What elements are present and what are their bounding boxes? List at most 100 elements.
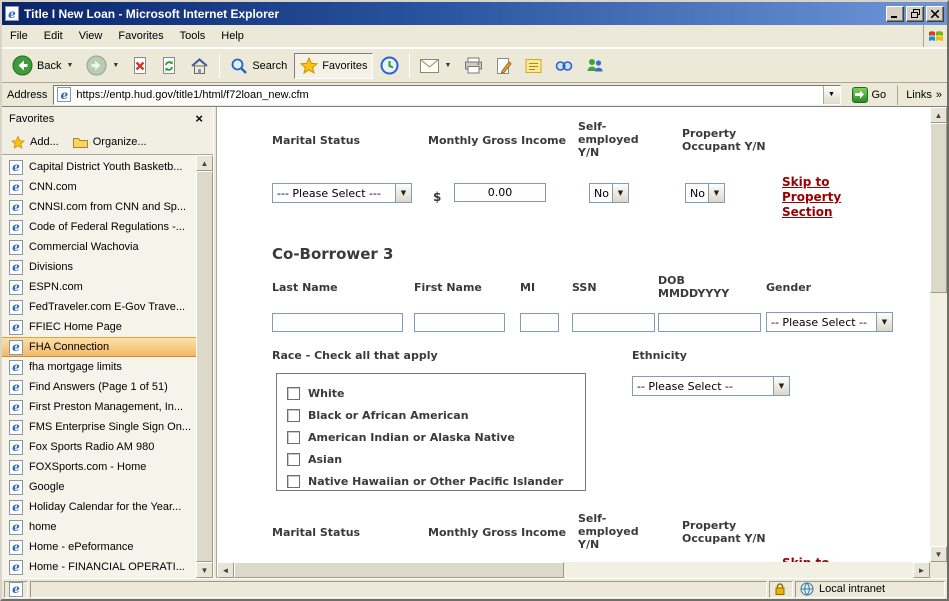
race-checkbox[interactable] [287, 453, 300, 466]
scroll-thumb[interactable] [234, 562, 564, 578]
back-button[interactable]: Back ▼ [6, 51, 79, 80]
organize-favorites-button[interactable]: Organize... [73, 136, 147, 148]
history-button[interactable] [374, 52, 405, 79]
edit-button[interactable] [490, 53, 518, 79]
horizontal-scrollbar[interactable]: ◄ ► [217, 562, 947, 578]
favorite-item[interactable]: Google [2, 477, 196, 497]
minimize-button[interactable] [886, 6, 904, 22]
race-checkbox[interactable] [287, 409, 300, 422]
address-dropdown-button[interactable]: ▼ [823, 86, 840, 104]
menu-favorites[interactable]: Favorites [110, 25, 171, 47]
scroll-track[interactable] [930, 293, 947, 546]
search-button[interactable]: Search [224, 53, 293, 79]
property-occupant-select[interactable]: No ▼ [685, 183, 725, 203]
race-option-white[interactable]: White [287, 382, 575, 404]
scroll-thumb[interactable] [196, 171, 213, 562]
favorite-item[interactable]: Code of Federal Regulations -... [2, 217, 196, 237]
scroll-right-button[interactable]: ► [913, 562, 930, 578]
back-chevron-icon[interactable]: ▼ [66, 62, 73, 69]
ethnicity-select[interactable]: -- Please Select -- ▼ [632, 376, 790, 396]
scroll-up-button[interactable]: ▲ [930, 107, 947, 123]
favorites-button[interactable]: Favorites [294, 53, 373, 79]
refresh-button[interactable] [155, 52, 183, 79]
race-checkbox[interactable] [287, 431, 300, 444]
favorite-item-selected[interactable]: FHA Connection [2, 337, 196, 357]
menu-tools[interactable]: Tools [172, 25, 214, 47]
race-option-black[interactable]: Black or African American [287, 404, 575, 426]
property-occupant-header: Property Occupant Y/N [682, 127, 777, 153]
monthly-income-input[interactable] [454, 183, 546, 202]
favorite-item[interactable]: Home - ePeformance [2, 537, 196, 557]
favorites-close-icon[interactable]: × [192, 112, 206, 125]
favorite-label: Capital District Youth Basketb... [29, 161, 182, 173]
favorite-item[interactable]: Find Answers (Page 1 of 51) [2, 377, 196, 397]
favorite-item[interactable]: CNNSI.com from CNN and Sp... [2, 197, 196, 217]
menu-file[interactable]: File [2, 25, 36, 47]
ssn-input[interactable] [572, 313, 655, 332]
scroll-down-button[interactable]: ▼ [930, 546, 947, 562]
marital-status-select[interactable]: --- Please Select --- ▼ [272, 183, 412, 203]
add-favorite-button[interactable]: Add... [11, 136, 59, 149]
messenger-button[interactable] [580, 53, 610, 78]
first-name-input[interactable] [414, 313, 505, 332]
go-button[interactable]: Go [847, 85, 892, 105]
vertical-scrollbar[interactable]: ▲ ▼ [930, 107, 947, 562]
mi-input[interactable] [520, 313, 559, 332]
links-button[interactable]: Links » [897, 85, 942, 105]
race-option-native-hawaiian[interactable]: Native Hawaiian or Other Pacific Islande… [287, 470, 575, 492]
mail-chevron-icon[interactable]: ▼ [444, 62, 451, 69]
favorite-item[interactable]: Fox Sports Radio AM 980 [2, 437, 196, 457]
close-button[interactable] [926, 6, 944, 22]
skip-to-property-link[interactable]: Skip to Property Section [782, 175, 854, 220]
gender-select[interactable]: -- Please Select -- ▼ [766, 312, 893, 332]
favorite-label: Fox Sports Radio AM 980 [29, 441, 154, 453]
scroll-thumb[interactable] [930, 123, 947, 293]
mail-button[interactable]: ▼ [414, 55, 457, 77]
favorite-item[interactable]: home [2, 517, 196, 537]
home-button[interactable] [184, 53, 215, 79]
security-zone-pane: Local intranet [795, 581, 945, 598]
address-input[interactable]: https://entp.hud.gov/title1/html/f72loan… [53, 85, 840, 105]
skip-link-partial[interactable]: Skip to [782, 556, 829, 562]
favorite-item[interactable]: fha mortgage limits [2, 357, 196, 377]
forward-button[interactable]: ▼ [80, 51, 125, 80]
scroll-down-button[interactable]: ▼ [196, 562, 213, 578]
favorite-item[interactable]: FMS Enterprise Single Sign On... [2, 417, 196, 437]
race-checkbox[interactable] [287, 387, 300, 400]
favorite-item[interactable]: Capital District Youth Basketb... [2, 157, 196, 177]
favorite-item[interactable]: Divisions [2, 257, 196, 277]
favorites-scrollbar[interactable]: ▲ ▼ [196, 155, 213, 578]
scroll-left-button[interactable]: ◄ [217, 562, 234, 578]
favorite-item[interactable]: Holiday Calendar for the Year... [2, 497, 196, 517]
race-option-asian[interactable]: Asian [287, 448, 575, 470]
research-button[interactable] [549, 54, 579, 78]
scroll-track[interactable] [564, 562, 913, 578]
self-employed-header: Self-employed Y/N [578, 120, 644, 159]
dob-input[interactable] [658, 313, 761, 332]
menu-help[interactable]: Help [213, 25, 252, 47]
favorite-item[interactable]: Home - FINANCIAL OPERATI... [2, 557, 196, 577]
favorite-item[interactable]: ESPN.com [2, 277, 196, 297]
favorite-item[interactable]: FedTraveler.com E-Gov Trave... [2, 297, 196, 317]
currency-symbol: $ [433, 190, 441, 204]
discuss-button[interactable] [519, 54, 548, 78]
race-checkbox[interactable] [287, 475, 300, 488]
favorite-item[interactable]: Commercial Wachovia [2, 237, 196, 257]
restore-button[interactable] [906, 6, 924, 22]
favorite-item[interactable]: First Preston Management, In... [2, 397, 196, 417]
forward-chevron-icon[interactable]: ▼ [112, 62, 119, 69]
menu-bar: File Edit View Favorites Tools Help [2, 25, 947, 48]
favorite-item[interactable]: FOXSports.com - Home [2, 457, 196, 477]
race-option-american-indian[interactable]: American Indian or Alaska Native [287, 426, 575, 448]
self-employed-select[interactable]: No ▼ [589, 183, 629, 203]
menu-edit[interactable]: Edit [36, 25, 71, 47]
last-name-input[interactable] [272, 313, 403, 332]
last-name-header: Last Name [272, 281, 338, 294]
favorite-item[interactable]: CNN.com [2, 177, 196, 197]
stop-button[interactable] [126, 52, 154, 79]
favorite-item[interactable]: FFIEC Home Page [2, 317, 196, 337]
scroll-up-button[interactable]: ▲ [196, 155, 213, 171]
page-icon [9, 582, 23, 597]
print-button[interactable] [458, 53, 489, 78]
menu-view[interactable]: View [71, 25, 111, 47]
